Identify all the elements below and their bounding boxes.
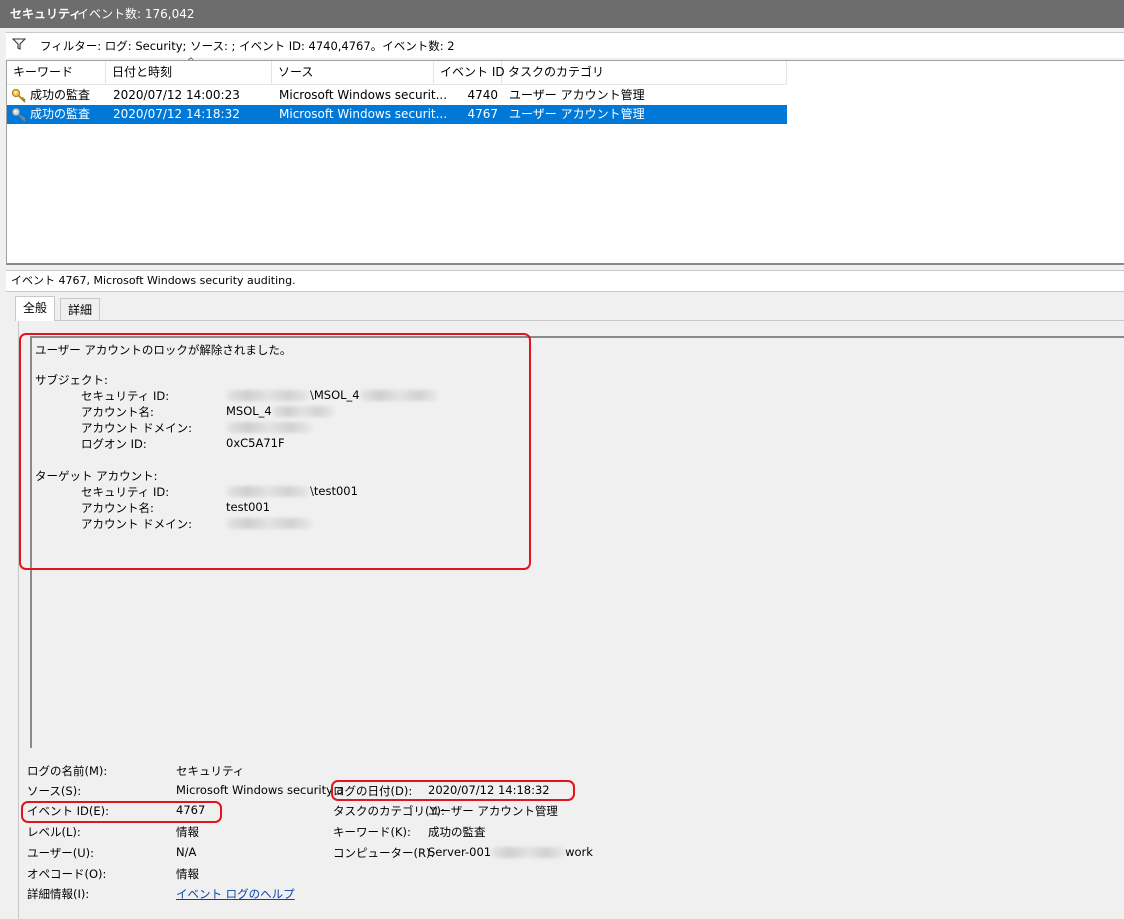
user-value: N/A: [176, 845, 197, 859]
filter-text: フィルター: ログ: Security; ソース: ; イベント ID: 474…: [40, 39, 455, 53]
target-account-name-value: test001: [226, 500, 271, 514]
subject-account-domain-label: アカウント ドメイン:: [81, 421, 193, 435]
target-security-id-label: セキュリティ ID:: [81, 485, 170, 499]
event-detail-title-text: イベント 4767, Microsoft Windows security au…: [11, 274, 296, 287]
logged-value: 2020/07/12 14:18:32: [428, 783, 550, 797]
subject-account-name-value: MSOL_4: [226, 404, 334, 418]
redacted-text: [226, 518, 312, 529]
task-category-value: ユーザー アカウント管理: [428, 804, 558, 818]
event-id-label: イベント ID(E):: [27, 804, 110, 818]
column-source[interactable]: ソース: [272, 61, 434, 84]
opcode-label: オペコード(O):: [27, 867, 107, 881]
filter-bar: フィルター: ログ: Security; ソース: ; イベント ID: 474…: [6, 32, 1124, 58]
event-row[interactable]: 成功の監査 2020/07/12 14:00:23 Microsoft Wind…: [7, 86, 787, 105]
event-id-value: 4767: [176, 803, 206, 817]
target-account-name-label: アカウント名:: [81, 501, 154, 515]
row-event-id: 4740: [467, 88, 498, 102]
event-count: イベント数: 176,042: [77, 7, 195, 21]
tab-details[interactable]: 詳細: [60, 298, 101, 320]
source-label: ソース(S):: [27, 784, 82, 798]
message-headline: ユーザー アカウントのロックが解除されました。: [35, 343, 292, 357]
row-keyword: 成功の監査: [30, 107, 91, 121]
redacted-text: [226, 486, 310, 497]
column-keyword[interactable]: キーワード: [7, 61, 106, 84]
row-event-id: 4767: [467, 107, 498, 121]
more-info-label: 詳細情報(I):: [27, 887, 90, 901]
subject-logon-id-label: ログオン ID:: [81, 437, 147, 451]
redacted-text: [491, 847, 566, 858]
row-datetime: 2020/07/12 14:18:32: [113, 107, 240, 121]
target-account-domain-label: アカウント ドメイン:: [81, 517, 193, 531]
computer-value: Server-001 work: [428, 845, 593, 859]
row-task-category: ユーザー アカウント管理: [509, 88, 645, 102]
row-keyword: 成功の監査: [30, 88, 91, 102]
level-value: 情報: [176, 825, 199, 839]
keywords-label: キーワード(K):: [333, 825, 411, 839]
sort-arrow-icon: ^: [187, 57, 195, 67]
log-name-label: ログの名前(M):: [27, 764, 108, 778]
filter-icon: [11, 38, 27, 53]
event-message-box[interactable]: [30, 336, 1124, 748]
log-name-value: セキュリティ: [176, 764, 245, 778]
subject-security-id-value: \MSOL_4: [226, 388, 438, 402]
column-header-row: キーワード 日付と時刻 ^ ソース イベント ID タスクのカテゴリ: [7, 57, 787, 85]
redacted-text: [359, 390, 438, 401]
event-row-selected[interactable]: 成功の監査 2020/07/12 14:18:32 Microsoft Wind…: [7, 105, 787, 124]
subject-account-name-text: MSOL_4: [226, 404, 272, 418]
redacted-text: [271, 406, 334, 417]
column-datetime-label: 日付と時刻: [112, 65, 173, 79]
subject-logon-id-value: 0xC5A71F: [226, 436, 285, 450]
computer-label: コンピューター(R):: [333, 846, 435, 860]
keywords-value: 成功の監査: [428, 825, 486, 839]
window-title-bar: セキュリティ イベント数: 176,042: [0, 0, 1124, 28]
event-log-help-link[interactable]: イベント ログのヘルプ: [176, 886, 295, 902]
logged-label: ログの日付(D):: [333, 784, 413, 798]
subject-security-id-text: \MSOL_4: [310, 388, 360, 402]
column-task-category[interactable]: タスクのカテゴリ: [502, 61, 787, 84]
column-event-id[interactable]: イベント ID: [434, 61, 505, 84]
row-datetime: 2020/07/12 14:00:23: [113, 88, 240, 102]
row-source: Microsoft Windows securit...: [279, 88, 448, 102]
target-account-domain-value: [226, 516, 312, 530]
target-heading: ターゲット アカウント:: [35, 469, 158, 483]
subject-heading: サブジェクト:: [35, 373, 108, 387]
subject-security-id-label: セキュリティ ID:: [81, 389, 170, 403]
redacted-text: [226, 390, 310, 401]
subject-account-name-label: アカウント名:: [81, 405, 154, 419]
event-detail-title: イベント 4767, Microsoft Windows security au…: [6, 270, 1124, 292]
opcode-value: 情報: [176, 867, 199, 881]
key-icon: [11, 107, 27, 128]
computer-value-start: Server-001: [428, 845, 492, 859]
event-list[interactable]: キーワード 日付と時刻 ^ ソース イベント ID タスクのカテゴリ 成功の監査…: [6, 57, 1124, 265]
user-label: ユーザー(U):: [27, 846, 95, 860]
log-title: セキュリティ: [10, 7, 82, 21]
row-task-category: ユーザー アカウント管理: [509, 107, 645, 121]
computer-value-end: work: [565, 845, 593, 859]
subject-account-domain-value: [226, 420, 312, 434]
row-source: Microsoft Windows securit...: [279, 107, 448, 121]
tab-general[interactable]: 全般: [15, 296, 56, 321]
target-security-id-value: \test001: [226, 484, 358, 498]
target-security-id-text: \test001: [310, 484, 358, 498]
redacted-text: [226, 422, 312, 433]
source-value: Microsoft Windows security a: [176, 783, 344, 797]
level-label: レベル(L):: [27, 825, 81, 839]
